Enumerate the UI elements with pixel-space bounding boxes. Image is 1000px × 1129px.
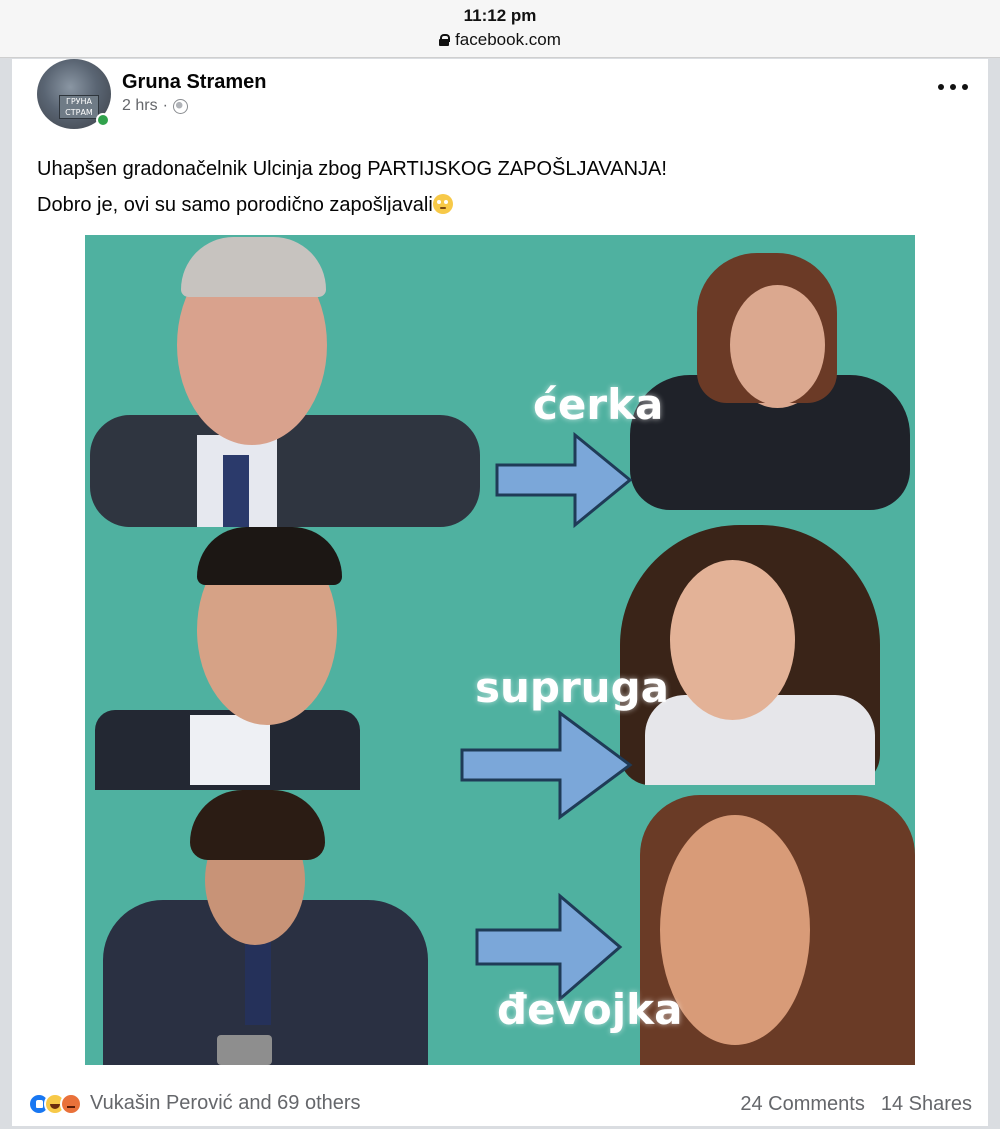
post-text-line-2: Dobro je, ovi su samo porodično zapošlja… bbox=[37, 187, 667, 223]
arrow-1-icon bbox=[495, 431, 633, 529]
globe-icon bbox=[172, 98, 188, 114]
eye-roll-emoji-icon bbox=[432, 194, 453, 214]
clock: 11:12 pm bbox=[463, 6, 537, 25]
post-time[interactable]: 2 hrs bbox=[122, 97, 158, 115]
person-6-face bbox=[660, 815, 810, 1045]
address-bar[interactable]: facebook.com bbox=[0, 30, 1000, 50]
post-author[interactable]: Gruna Stramen bbox=[122, 71, 266, 94]
reactions-summary[interactable]: Vukašin Perović and 69 others bbox=[28, 1092, 361, 1115]
label-cerka: ćerka bbox=[533, 380, 664, 429]
browser-status-bar: 11:12 pm facebook.com bbox=[0, 0, 1000, 58]
person-2-face-front bbox=[730, 285, 825, 405]
facebook-post: ГРУНА СТРАМ Gruna Stramen 2 hrs · Uhapše… bbox=[12, 59, 988, 1126]
online-status-icon bbox=[96, 113, 110, 127]
person-5-hair bbox=[190, 790, 325, 860]
shares-count[interactable]: 14 Shares bbox=[881, 1093, 972, 1116]
person-1-tie bbox=[223, 455, 249, 527]
label-supruga: supruga bbox=[475, 663, 669, 712]
post-meta: 2 hrs · bbox=[122, 97, 188, 115]
lock-icon bbox=[439, 34, 451, 46]
meta-separator: · bbox=[162, 97, 168, 114]
arrow-2-icon bbox=[460, 710, 633, 820]
reaction-names[interactable]: Vukašin Perović and 69 others bbox=[90, 1092, 361, 1115]
person-5-cup bbox=[217, 1035, 272, 1065]
angry-icon bbox=[60, 1092, 82, 1115]
comments-count[interactable]: 24 Comments bbox=[740, 1093, 865, 1116]
post-text: Uhapšen gradonačelnik Ulcinja zbog PARTI… bbox=[37, 151, 667, 223]
post-counts: 24 Comments 14 Shares bbox=[740, 1093, 972, 1116]
person-4-face bbox=[670, 560, 795, 720]
more-options-icon[interactable] bbox=[938, 77, 968, 97]
post-text-line-1: Uhapšen gradonačelnik Ulcinja zbog PARTI… bbox=[37, 158, 667, 180]
url-text: facebook.com bbox=[455, 30, 561, 49]
avatar-sign: ГРУНА СТРАМ bbox=[59, 95, 99, 119]
label-devojka: đevojka bbox=[497, 985, 683, 1034]
person-3-shirt bbox=[190, 715, 270, 785]
person-3-hair bbox=[197, 527, 342, 585]
post-image[interactable]: ćerka supruga đevojka bbox=[85, 235, 915, 1065]
post-footer: Vukašin Perović and 69 others 24 Comment… bbox=[12, 1089, 988, 1129]
person-1-hair bbox=[181, 237, 326, 297]
